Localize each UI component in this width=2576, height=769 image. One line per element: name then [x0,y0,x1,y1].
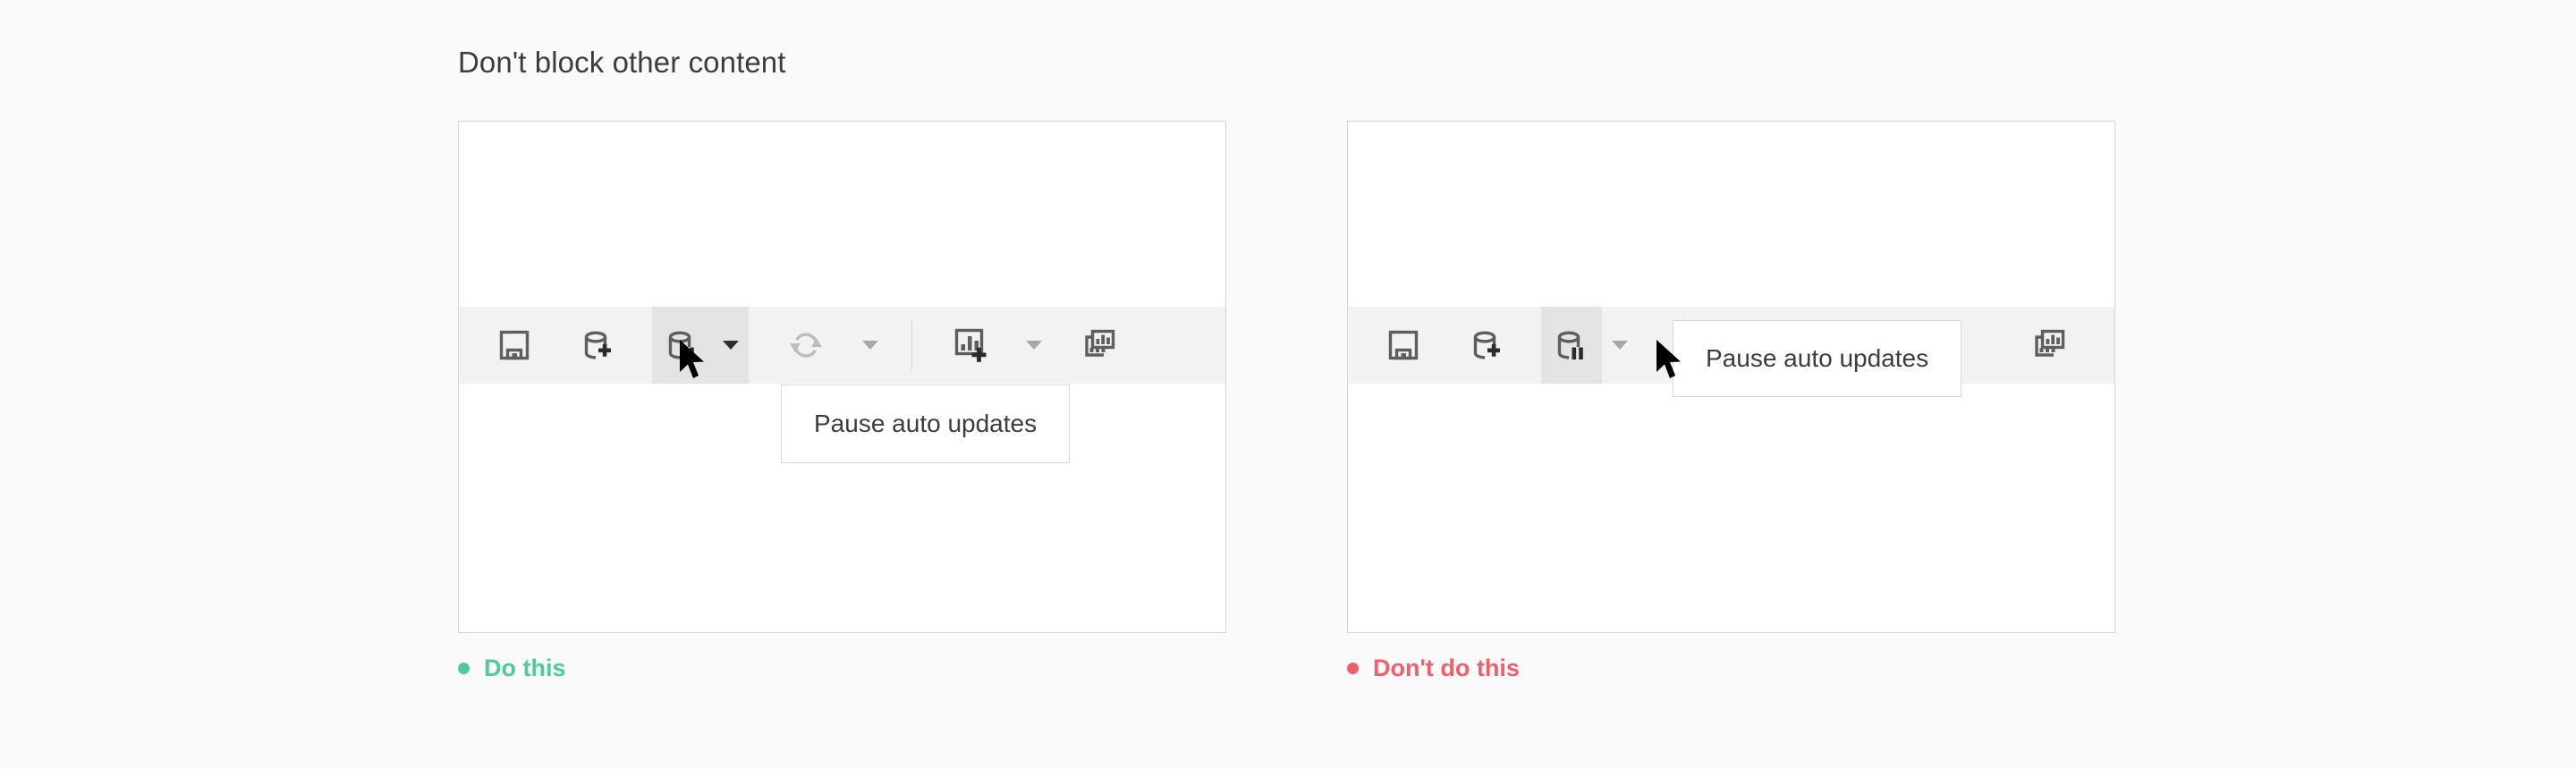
bullet-icon [1347,663,1359,674]
add-database-icon [580,327,616,363]
app-window-dont: Pause auto updates [1347,121,2115,633]
save-icon [496,327,532,363]
chevron-down-icon [723,341,739,350]
toolbar-spacer [1638,307,1661,384]
app-window-do: Pause auto updates [458,121,1226,633]
toolbar-spacer [1518,307,1541,384]
tooltip-dont: Pause auto updates [1673,320,1962,397]
add-chart-icon [950,325,989,365]
chevron-down-icon [1612,341,1628,350]
example-dont: Pause auto updates [1347,121,2115,633]
save-icon [1385,327,1421,363]
toolbar-spacer [749,307,772,384]
toolbar-do [459,307,1225,384]
add-database-button[interactable] [1457,307,1518,384]
refresh-icon [786,325,826,365]
toolbar-spacer [840,307,852,384]
caption-dont: Don't do this [1347,654,1520,682]
toolbar-separator [911,318,912,372]
add-database-button[interactable] [568,307,629,384]
refresh-button[interactable] [772,307,840,384]
chevron-down-icon [862,341,878,350]
chart-panels-button[interactable] [1064,307,1132,384]
chart-panels-button[interactable] [2014,307,2082,384]
caption-do-label: Do this [484,654,566,682]
add-chart-button[interactable] [936,307,1004,384]
bullet-icon [458,663,470,674]
toolbar-spacer [1434,307,1457,384]
page-root: Don't block other content [0,0,2576,769]
pause-dropdown-button[interactable] [713,307,749,384]
pause-auto-updates-button[interactable] [1541,307,1602,384]
page-title: Don't block other content [458,45,786,80]
add-database-icon [1470,327,1505,363]
toolbar-spacer [629,307,652,384]
toolbar-spacer [1004,307,1016,384]
chevron-down-icon [1026,341,1042,350]
add-chart-dropdown-button[interactable] [1016,307,1052,384]
chart-panels-icon [2029,325,2068,365]
pause-dropdown-button[interactable] [1602,307,1638,384]
toolbar-spacer [1052,307,1064,384]
pause-database-icon [665,327,700,363]
save-button[interactable] [1373,307,1434,384]
toolbar-spacer [545,307,568,384]
pause-database-icon [1554,327,1589,363]
caption-dont-label: Don't do this [1373,654,1520,682]
save-button[interactable] [484,307,545,384]
example-do: Pause auto updates [458,121,1226,633]
tooltip-do: Pause auto updates [781,384,1070,463]
caption-do: Do this [458,654,566,682]
chart-panels-icon [1079,325,1118,365]
pause-auto-updates-button[interactable] [652,307,713,384]
refresh-dropdown-button[interactable] [852,307,888,384]
